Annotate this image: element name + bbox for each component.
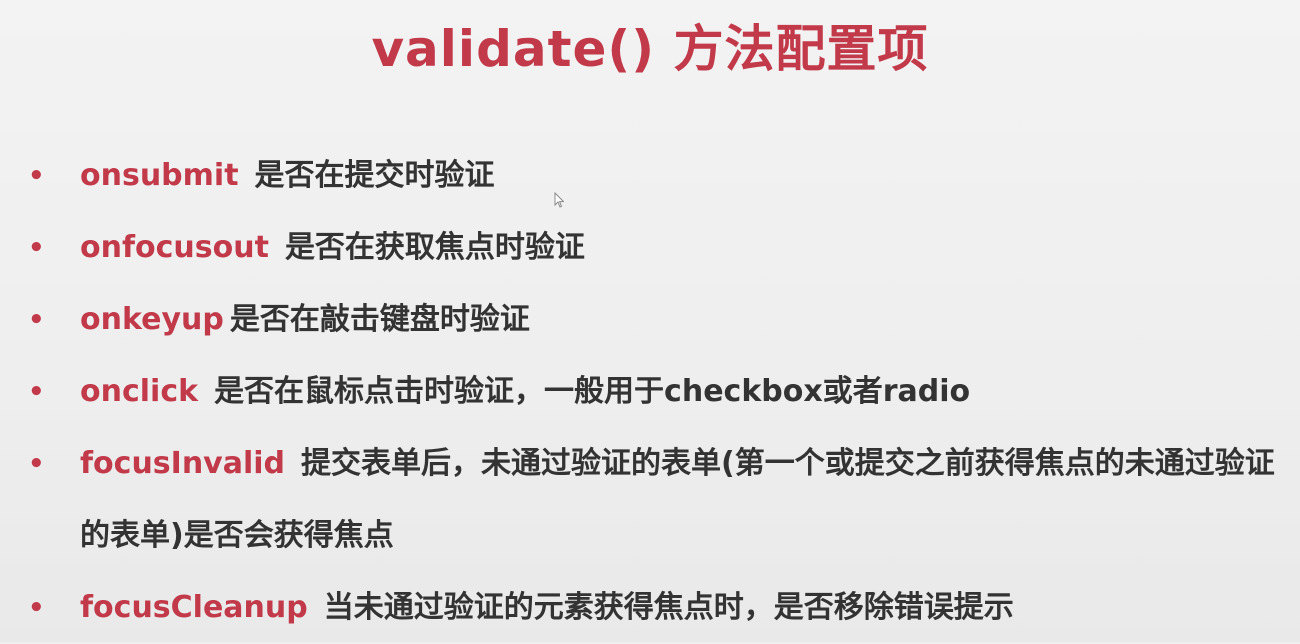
option-name: onclick: [80, 374, 199, 409]
option-description: 是否在提交时验证: [254, 158, 495, 193]
slide-title: validate() 方法配置项: [371, 20, 929, 78]
option-name: onkeyup: [80, 302, 224, 337]
option-description: 是否在获取焦点时验证: [284, 230, 585, 265]
bullet-icon: •: [28, 593, 45, 623]
option-name: onfocusout: [80, 230, 269, 265]
bullet-icon: •: [28, 233, 45, 263]
bullet-icon: •: [28, 449, 45, 479]
option-description: 是否在鼠标点击时验证，一般用于checkbox或者radio: [214, 374, 971, 409]
bullet-icon: •: [28, 377, 45, 407]
bullet-icon: •: [28, 305, 45, 335]
slide: validate() 方法配置项 • onsubmit 是否在提交时验证 • on…: [0, 0, 1300, 642]
bullet-icon: •: [28, 161, 45, 191]
option-name: onsubmit: [80, 158, 239, 193]
mouse-cursor-icon: [554, 192, 564, 208]
list-item-onclick: • onclick 是否在鼠标点击时验证，一般用于checkbox或者radio: [28, 356, 1278, 428]
list-item-onkeyup: • onkeyup 是否在敲击键盘时验证: [28, 284, 1278, 356]
list-item-focuscleanup: • focusCleanup 当未通过验证的元素获得焦点时，是否移除错误提示: [28, 572, 1278, 644]
option-name: focusInvalid: [80, 446, 286, 481]
option-name: focusCleanup: [80, 590, 308, 625]
list-item-focusinvalid: • focusInvalid 提交表单后，未通过验证的表单(第一个或提交之前获得焦…: [28, 428, 1278, 572]
option-description: 是否在敲击键盘时验证: [229, 302, 530, 337]
list-item-onfocusout: • onfocusout 是否在获取焦点时验证: [28, 212, 1278, 284]
config-option-list: • onsubmit 是否在提交时验证 • onfocusout 是否在获取焦点时验…: [28, 140, 1278, 644]
option-description: 当未通过验证的元素获得焦点时，是否移除错误提示: [323, 590, 1014, 625]
list-item-onsubmit: • onsubmit 是否在提交时验证: [28, 140, 1278, 212]
